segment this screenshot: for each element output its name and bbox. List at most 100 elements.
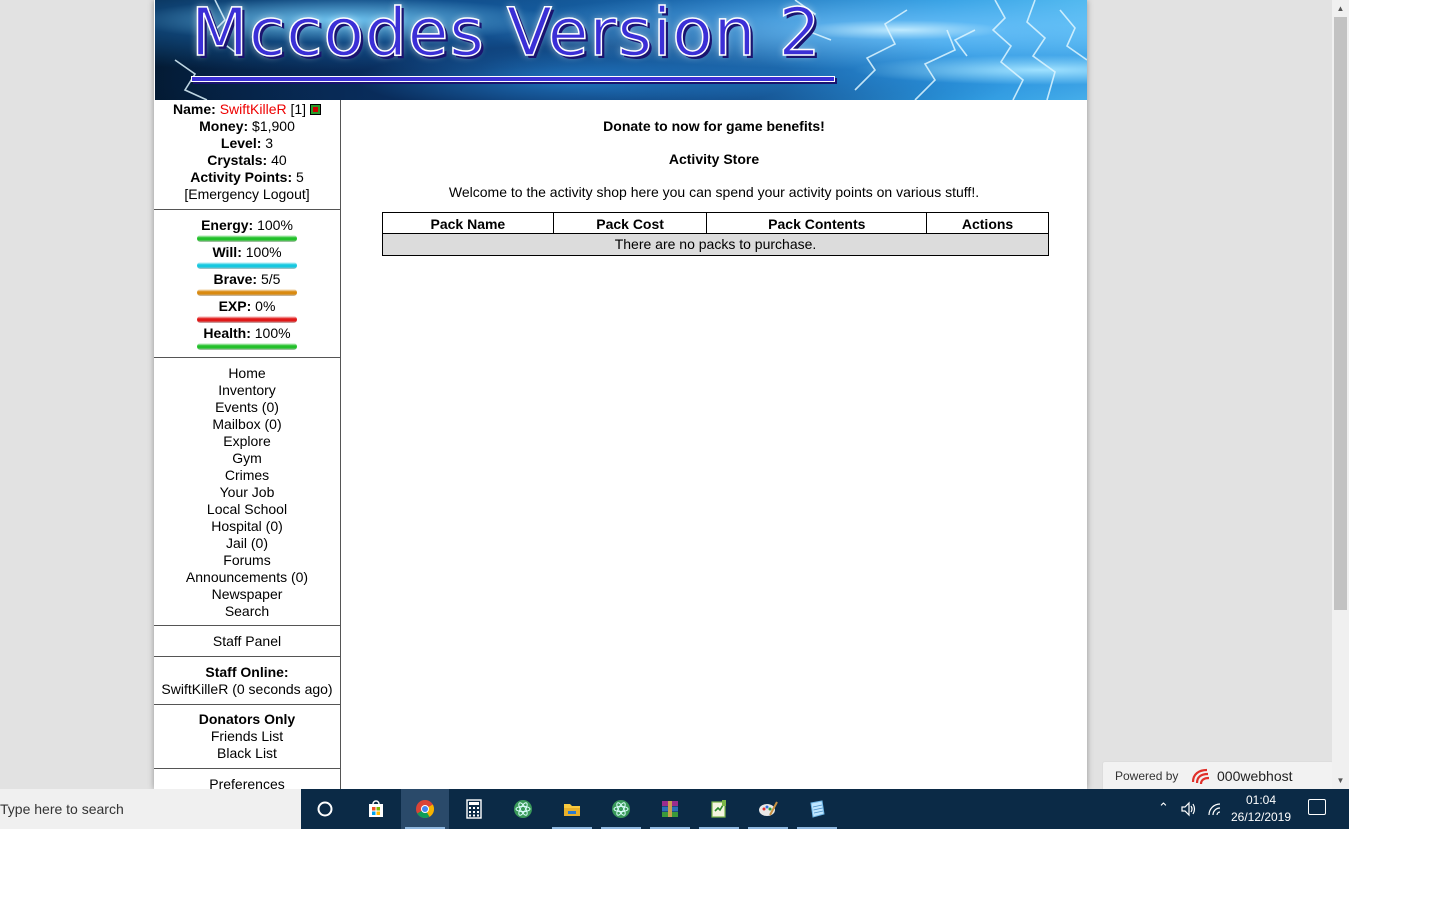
scroll-thumb[interactable] [1334,17,1347,610]
status-bar-value: 100% [257,217,293,233]
action-center-icon[interactable] [1308,799,1326,815]
col-actions: Actions [926,212,1049,234]
site-title: Mccodes Version 2 [190,0,822,72]
status-bar-value: 5/5 [261,271,281,287]
money-row: Money: $1,900 [154,118,340,135]
show-hidden-icons-icon[interactable]: ⌃ [1158,800,1169,816]
user-stats: Name: SwiftKilleR [1] Money: $1,900 Leve… [154,100,340,210]
nav-item-explore[interactable]: Explore [154,433,340,450]
chrome-icon[interactable] [401,789,449,829]
vertical-scrollbar[interactable]: ▲ ▼ [1332,0,1349,789]
cortana-icon[interactable] [301,789,349,829]
windows-taskbar: Type here to search ⌃ 01:04 26/12/2019 [0,789,1349,829]
browser-viewport: Mccodes Version 2 Name: SwiftKilleR [1] … [0,0,1332,789]
clock-time: 01:04 [1245,793,1277,807]
staff-panel-link[interactable]: Staff Panel [154,633,340,650]
system-tray: ⌃ 01:04 26/12/2019 [1150,789,1349,829]
packs-table: Pack Name Pack Cost Pack Contents Action… [382,212,1049,256]
table-row: There are no packs to purchase. [382,233,1049,256]
main-content: Donate to now for game benefits! Activit… [341,100,1087,789]
nav-item-gym[interactable]: Gym [154,450,340,467]
preferences-section: Preferences [154,769,340,789]
status-bar-label: EXP: [218,298,252,314]
000webhost-logo-icon [1191,768,1210,785]
atom-icon[interactable] [499,789,547,829]
user-id: [1] [290,101,307,117]
powered-by-label: Powered by [1115,769,1179,783]
col-pack-contents: Pack Contents [706,212,928,234]
donate-link[interactable]: Donate to now for game benefits! [341,118,1087,134]
status-bar-value: 0% [255,298,276,314]
staff-panel-section: Staff Panel [154,626,340,657]
nav-item-crimes[interactable]: Crimes [154,467,340,484]
nav-item-announcements[interactable]: Announcements (0) [154,569,340,586]
nav-item-mailbox[interactable]: Mailbox (0) [154,416,340,433]
staff-online-title: Staff Online: [205,664,289,680]
nav-item-newspaper[interactable]: Newspaper [154,586,340,603]
banner: Mccodes Version 2 [155,0,1087,100]
activity-label: Activity Points: [190,169,293,185]
scroll-up-arrow-icon[interactable]: ▲ [1332,0,1349,17]
game-page: Mccodes Version 2 Name: SwiftKilleR [1] … [154,0,1087,789]
username-link[interactable]: SwiftKilleR [220,101,287,117]
scroll-down-arrow-icon[interactable]: ▼ [1332,772,1349,789]
volume-icon[interactable] [1180,801,1198,817]
status-bar-label: Brave: [213,271,258,287]
nav-item-events[interactable]: Events (0) [154,399,340,416]
emergency-logout-link[interactable]: [Emergency Logout] [154,186,340,203]
notepad-plus-icon[interactable] [695,789,743,829]
donators-title: Donators Only [198,711,296,727]
status-bar-row: Brave: 5/5 [154,271,340,288]
nav-item-inventory[interactable]: Inventory [154,382,340,399]
crystals-label: Crystals: [207,152,268,168]
taskbar-clock[interactable]: 01:04 26/12/2019 [1226,792,1296,826]
preferences-link[interactable]: Preferences [154,776,340,789]
level-label: Level: [220,135,262,151]
status-bars: Energy: 100% Will: 100% Brave: 5/5 EXP: 0% H… [154,210,340,358]
table-header-row: Pack Name Pack Cost Pack Contents Action… [382,212,1049,234]
clock-date: 26/12/2019 [1230,810,1292,824]
level-value: 3 [265,135,274,151]
nav-item-search[interactable]: Search [154,603,340,620]
nav-item-your-job[interactable]: Your Job [154,484,340,501]
black-list-link[interactable]: Black List [154,745,340,762]
calculator-icon[interactable] [450,789,498,829]
status-bar [197,262,297,269]
friends-list-link[interactable]: Friends List [154,728,340,745]
activity-row: Activity Points: 5 [154,169,340,186]
status-bar-row: Health: 100% [154,325,340,342]
name-row: Name: SwiftKilleR [1] [154,101,340,118]
nav-item-hospital[interactable]: Hospital (0) [154,518,340,535]
nav-item-home[interactable]: Home [154,365,340,382]
staff-online-entry[interactable]: SwiftKilleR (0 seconds ago) [154,681,340,698]
status-bar [197,343,297,350]
powered-by-brand: 000webhost [1217,768,1293,784]
winrar-icon[interactable] [646,789,694,829]
powered-by-badge[interactable]: Powered by 000webhost [1102,761,1332,789]
status-bar [197,316,297,323]
wifi-icon[interactable] [1206,801,1222,817]
nav-item-local-school[interactable]: Local School [154,501,340,518]
atom-icon[interactable] [597,789,645,829]
sidebar: Name: SwiftKilleR [1] Money: $1,900 Leve… [154,100,341,789]
status-bar-row: EXP: 0% [154,298,340,315]
nav-item-forums[interactable]: Forums [154,552,340,569]
donators-section: Donators Only Friends List Black List [154,705,340,769]
store-icon[interactable] [352,789,400,829]
title-underline [191,76,835,82]
crystals-row: Crystals: 40 [154,152,340,169]
notepad-icon[interactable] [793,789,841,829]
status-bar-label: Energy: [201,217,254,233]
file-explorer-icon[interactable] [548,789,596,829]
staff-online-section: Staff Online: SwiftKilleR (0 seconds ago… [154,657,340,705]
status-bar [197,235,297,242]
taskbar-search-box[interactable]: Type here to search [0,789,301,829]
nav-item-jail[interactable]: Jail (0) [154,535,340,552]
status-bar-value: 100% [245,244,282,260]
status-flag-icon [309,104,321,115]
welcome-text: Welcome to the activity shop here you ca… [448,184,980,200]
col-pack-cost: Pack Cost [552,212,708,234]
search-placeholder: Type here to search [0,801,124,817]
status-bar-label: Health: [203,325,251,341]
paint-icon[interactable] [744,789,792,829]
